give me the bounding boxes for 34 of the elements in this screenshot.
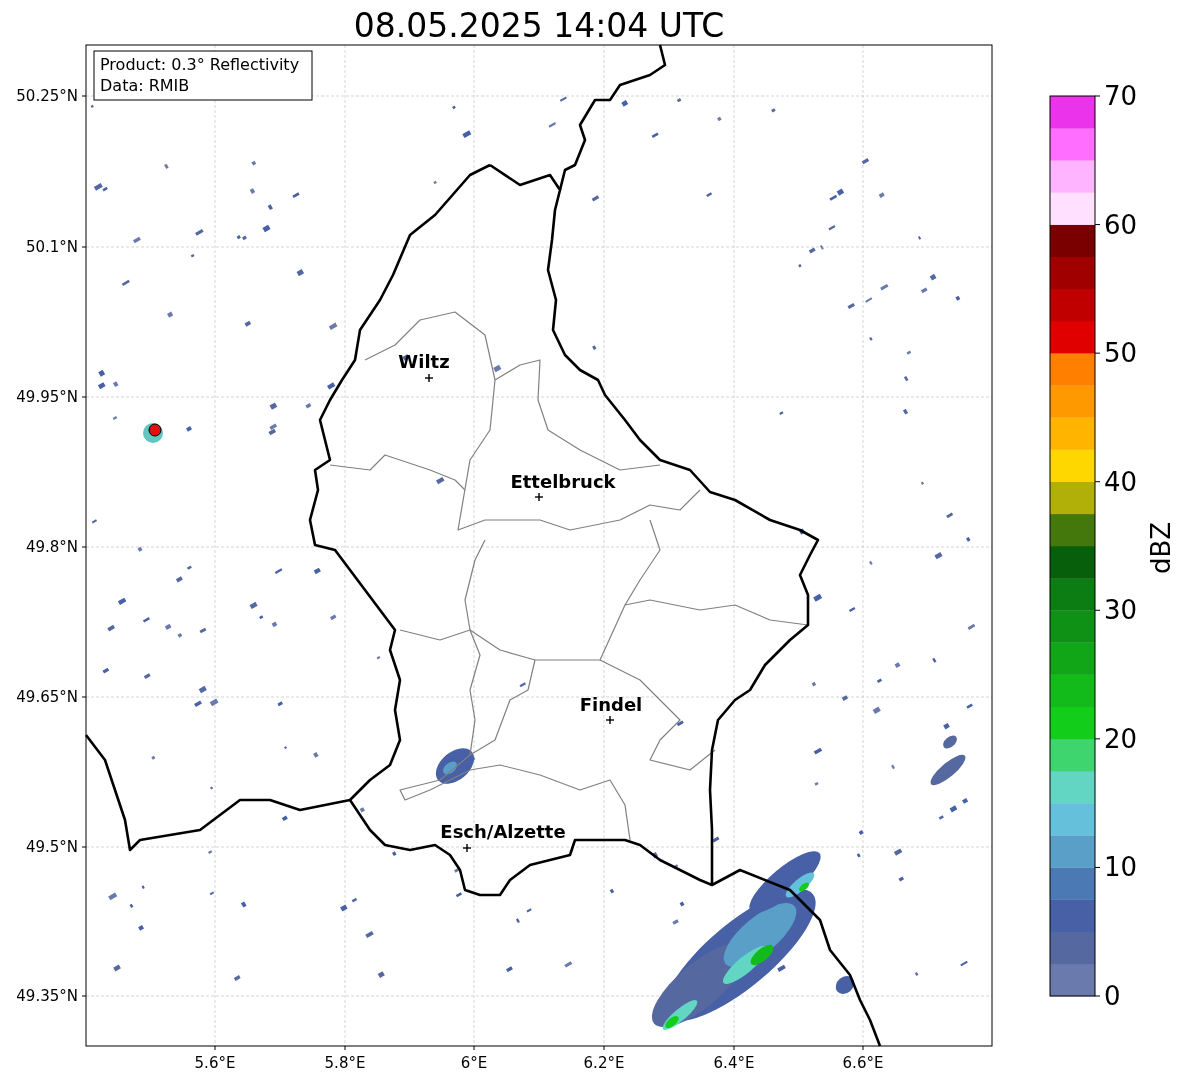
colorbar-tick-label: 70 (1104, 81, 1138, 111)
axis-tick-label: 50.1°N (25, 238, 78, 256)
colorbar-tick-label: 0 (1104, 981, 1121, 1011)
city-marker-icon (534, 492, 544, 502)
axis-tick-label: 6.4°E (713, 1054, 755, 1072)
city-label: Ettelbruck (510, 471, 616, 492)
city-label: Findel (579, 694, 643, 715)
colorbar-tick-label: 60 (1104, 209, 1138, 240)
colorbar-tick-label: 20 (1104, 723, 1138, 754)
city-marker-icon (605, 715, 615, 725)
city-marker-icon (462, 843, 472, 853)
colorbar-tick-label: 50 (1104, 338, 1138, 369)
info-text: Product: 0.3° Reflectivity (100, 55, 300, 74)
chart-title: 08.05.2025 14:04 UTC (353, 6, 725, 45)
axis-tick-label: 49.5°N (25, 838, 78, 856)
city-label: Esch/Alzette (440, 821, 566, 842)
axis-tick-label: 49.65°N (16, 688, 78, 706)
colorbar-tick-label: 40 (1104, 466, 1138, 497)
city-marker-icon (424, 373, 434, 383)
axis-tick-label: 5.6°E (194, 1054, 236, 1072)
axis-tick-label: 6°E (460, 1054, 488, 1072)
colorbar-tick-label: 30 (1104, 595, 1138, 626)
axis-tick-label: 5.8°E (324, 1054, 366, 1072)
colorbar-label: dBZ (1146, 521, 1176, 575)
info-text: Data: RMIB (100, 76, 190, 95)
colorbar-tick-label: 10 (1104, 852, 1138, 883)
city-label: Wiltz (398, 351, 450, 372)
axis-tick-label: 49.8°N (25, 538, 78, 556)
axis-tick-label: 6.2°E (583, 1054, 625, 1072)
axis-tick-label: 49.35°N (16, 987, 78, 1005)
axis-tick-label: 6.6°E (842, 1054, 884, 1072)
axis-tick-label: 49.95°N (16, 388, 78, 406)
radar-site-icon (143, 423, 163, 443)
axis-tick-label: 50.25°N (16, 87, 78, 105)
